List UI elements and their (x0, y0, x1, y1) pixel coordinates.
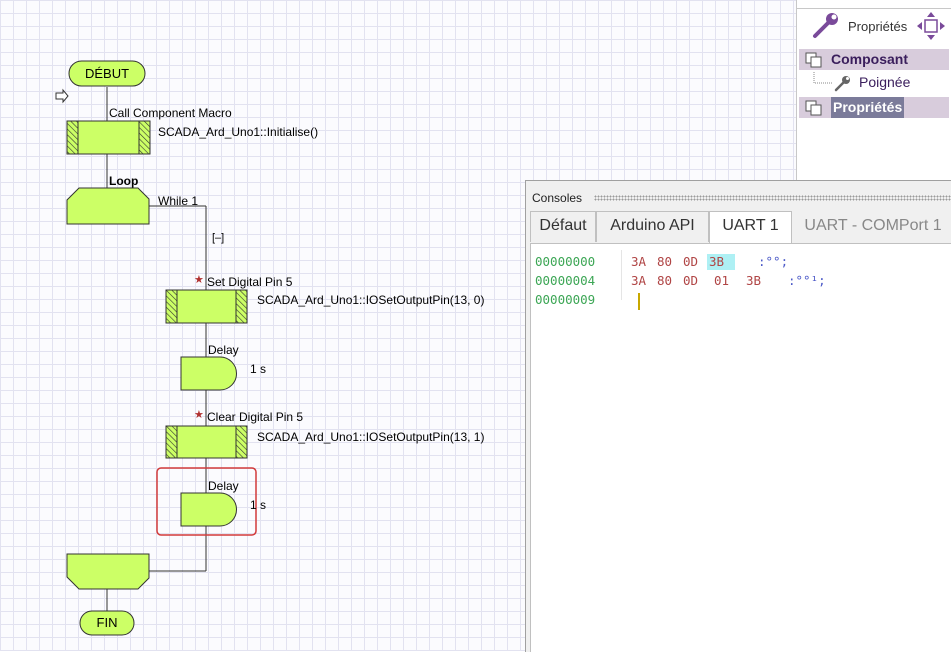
tab-uart-comport-1[interactable]: UART - COMPort 1 (798, 211, 948, 242)
hex-byte: 3B (709, 254, 725, 269)
call-macro-title: Call Component Macro (109, 106, 232, 120)
end-label: FIN (96, 615, 118, 630)
loop-condition: While 1 (158, 194, 199, 208)
star-icon: ★ (194, 274, 204, 286)
stack-icon (805, 100, 822, 116)
tree-item-proprietes[interactable]: Propriétés (799, 97, 949, 118)
hex-byte: 0D (683, 273, 699, 288)
panel-grip[interactable] (594, 195, 951, 201)
tree-branch (813, 72, 833, 84)
hex-byte: 3A (631, 254, 647, 269)
consoles-panel: Consoles Défaut Arduino API UART 1 UART … (525, 180, 951, 652)
ascii-text: :°°; (758, 254, 789, 269)
hex-byte: 80 (657, 254, 673, 269)
call-macro-detail: SCADA_Ard_Uno1::Initialise() (158, 125, 319, 139)
loop-end-block[interactable] (66, 553, 150, 590)
tree-label-poignee: Poignée (859, 74, 911, 90)
tree-label-composant: Composant (831, 51, 908, 67)
clear-pin-detail: SCADA_Ard_Uno1::IOSetOutputPin(13, 1) (257, 430, 485, 444)
row-address: 00000000 (535, 254, 596, 269)
move-arrows-icon[interactable] (916, 11, 946, 41)
clear-pin-block[interactable] (165, 425, 248, 459)
star-icon: ★ (194, 409, 204, 421)
hex-byte: 0D (683, 254, 699, 269)
set-pin-detail: SCADA_Ard_Uno1::IOSetOutputPin(13, 0) (257, 293, 485, 307)
tab-defaut[interactable]: Défaut (530, 211, 596, 242)
row-address: 00000004 (535, 273, 596, 288)
text-caret (638, 293, 640, 310)
tree-item-poignee[interactable]: Poignée (799, 72, 949, 93)
loop-title: Loop (109, 174, 139, 188)
tab-arduino-api[interactable]: Arduino API (596, 211, 709, 242)
tree-item-composant[interactable]: Composant (799, 49, 949, 70)
set-pin-title: Set Digital Pin 5 (207, 275, 293, 289)
delay-block-1[interactable] (180, 356, 237, 391)
start-label: DÉBUT (84, 66, 130, 81)
row-address: 00000009 (535, 292, 596, 307)
delay2-value: 1 s (250, 498, 267, 512)
properties-toolbar-label[interactable]: Propriétés (848, 19, 907, 34)
loop-start-block[interactable] (66, 187, 150, 225)
consoles-tab-bar: Défaut Arduino API UART 1 UART - COMPort… (530, 211, 951, 244)
set-pin-block[interactable] (165, 289, 248, 324)
delay1-title: Delay (208, 343, 239, 357)
call-macro-block[interactable] (66, 120, 151, 155)
delay-block-2[interactable] (180, 492, 237, 527)
collapse-loop-toggle[interactable]: [–] (212, 232, 224, 244)
delay1-value: 1 s (250, 362, 267, 376)
panel-header-strip (797, 0, 951, 9)
wrench-icon[interactable] (811, 10, 841, 40)
ascii-text: :°°¹; (788, 273, 826, 288)
delay2-title: Delay (208, 479, 239, 493)
hex-byte: 3B (746, 273, 762, 288)
tree-label-proprietes: Propriétés (831, 97, 905, 118)
current-position-arrow-icon (55, 88, 69, 104)
hex-byte: 80 (657, 273, 673, 288)
clear-pin-title: Clear Digital Pin 5 (207, 410, 304, 424)
consoles-title: Consoles (532, 191, 583, 205)
hex-byte: 3A (631, 273, 647, 288)
hex-byte: 01 (714, 273, 730, 288)
column-separator (621, 250, 622, 300)
wrench-icon (834, 76, 850, 92)
stack-icon (805, 52, 822, 68)
console-output[interactable]: 00000000 3A 80 0D 3B :°°; 00000004 3A 80… (530, 243, 951, 652)
tab-uart-1[interactable]: UART 1 (709, 211, 792, 244)
